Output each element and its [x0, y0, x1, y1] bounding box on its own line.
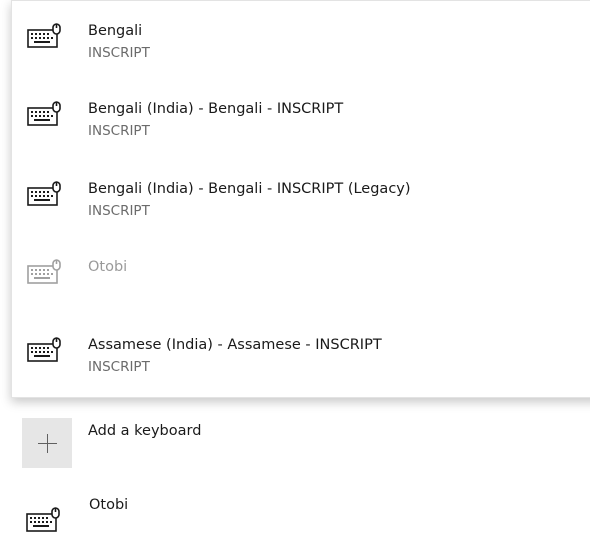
keyboard-option-assamese-india-inscript[interactable]: Assamese (India) - Assamese - INSCRIPT I… [12, 315, 590, 387]
keyboard-icon [27, 181, 61, 206]
option-name: Assamese (India) - Assamese - INSCRIPT [88, 337, 382, 353]
option-name: Otobi [88, 259, 128, 275]
option-layout: INSCRIPT [88, 45, 150, 61]
keyboard-options-dropdown: Bengali INSCRIPT Bengali (India) - Benga… [11, 0, 590, 398]
keyboard-option-bengali[interactable]: Bengali INSCRIPT [12, 1, 590, 73]
keyboard-icon [27, 259, 61, 284]
option-name: Bengali (India) - Bengali - INSCRIPT (Le… [88, 181, 411, 197]
keyboard-settings-page: Bengali INSCRIPT Bengali (India) - Benga… [0, 0, 590, 533]
option-layout: INSCRIPT [88, 123, 150, 139]
keyboard-icon [27, 337, 61, 362]
keyboard-icon [27, 101, 61, 126]
option-name: Bengali (India) - Bengali - INSCRIPT [88, 101, 344, 117]
add-keyboard-label[interactable]: Add a keyboard [88, 423, 201, 439]
option-layout: INSCRIPT [88, 359, 150, 375]
keyboard-option-otobi-disabled: Otobi [12, 237, 590, 309]
option-layout: INSCRIPT [88, 203, 150, 219]
installed-keyboard-otobi[interactable]: Otobi [89, 497, 128, 513]
keyboard-option-bengali-india-inscript[interactable]: Bengali (India) - Bengali - INSCRIPT INS… [12, 79, 590, 151]
add-keyboard-button[interactable] [22, 418, 72, 468]
keyboard-option-bengali-india-inscript-legacy[interactable]: Bengali (India) - Bengali - INSCRIPT (Le… [12, 159, 590, 231]
keyboard-icon [26, 507, 60, 532]
option-name: Bengali [88, 23, 143, 39]
keyboard-icon [27, 23, 61, 48]
